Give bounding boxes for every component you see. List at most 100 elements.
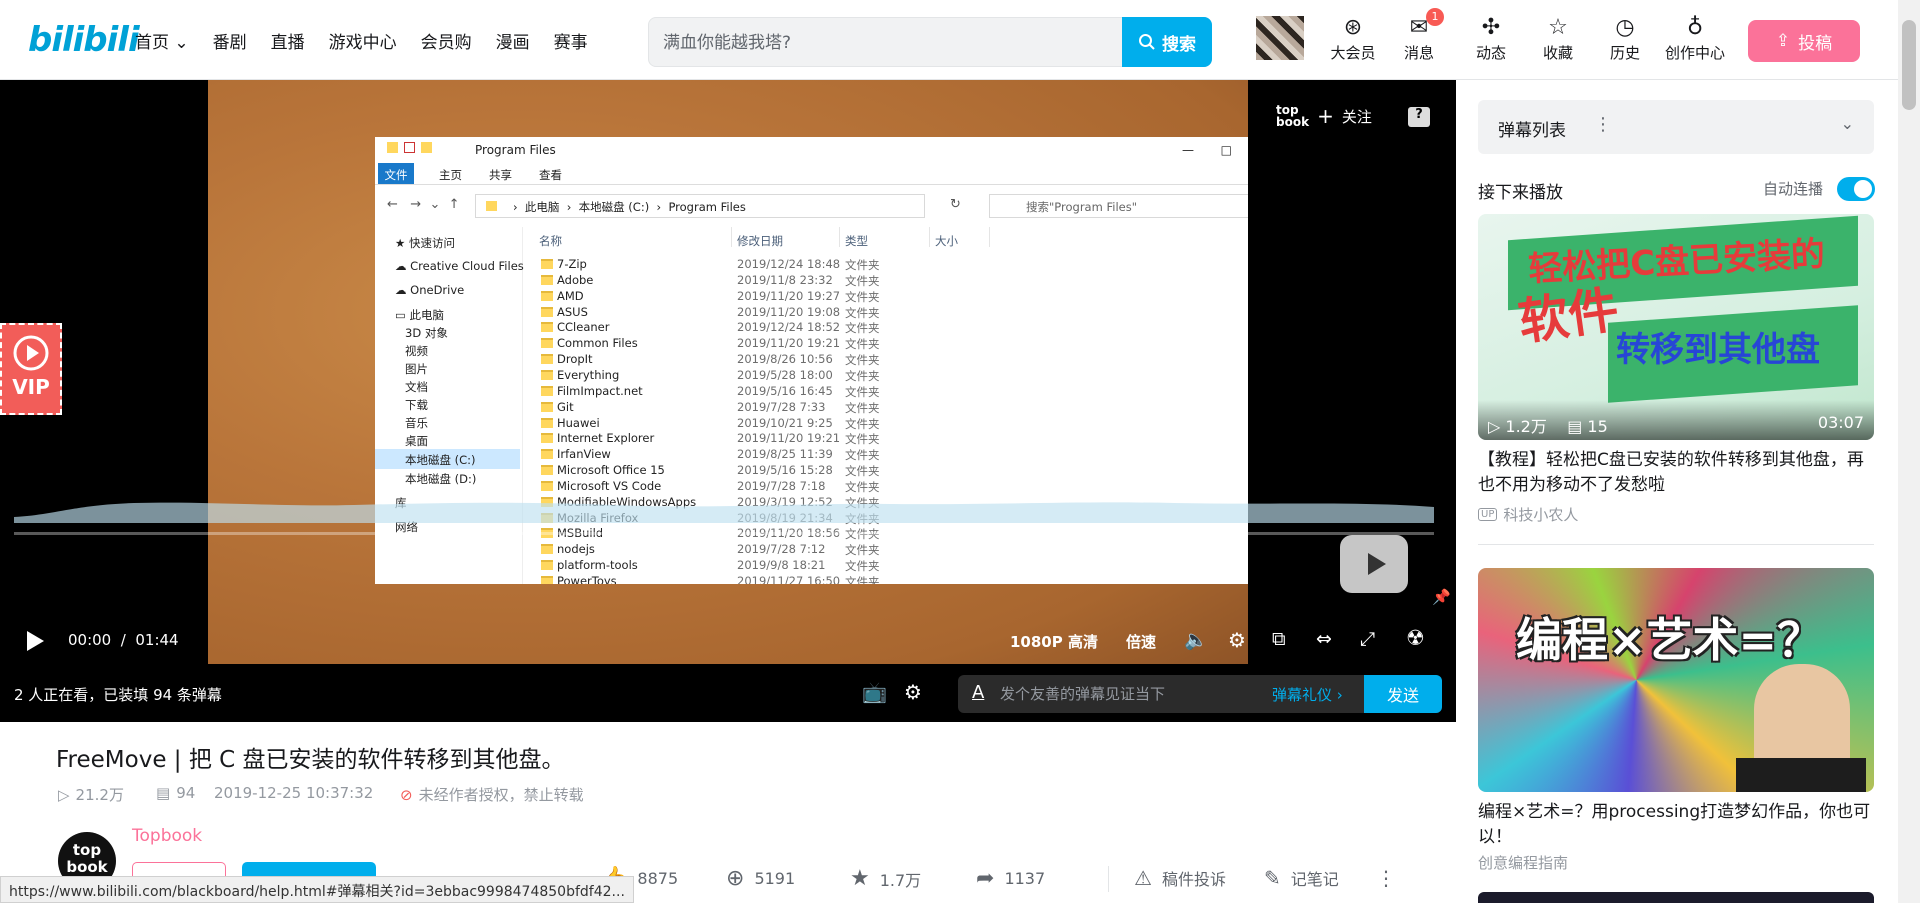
nav-this-pc: ▭ 此电脑 [395, 308, 445, 322]
search-input[interactable] [663, 28, 1093, 58]
autoplay-toggle[interactable] [1837, 177, 1875, 201]
text-style-icon[interactable]: A [972, 682, 984, 703]
recommend-thumbnail-3[interactable] [1478, 892, 1874, 903]
nav-videos: 视频 [405, 344, 428, 358]
view-count: ▷ 21.2万 [58, 785, 124, 805]
quality-selector[interactable]: 1080P 高清 [1010, 631, 1098, 652]
recommend-author-1[interactable]: UP 科技小农人 [1478, 504, 1578, 525]
folder-icon [541, 576, 553, 584]
follow-button[interactable]: top book + 关注 [1276, 104, 1372, 128]
recommend-thumbnail-1[interactable]: 轻松把C盘已安装的 软件 转移到其他盘 ▷ 1.2万 ▤ 15 03:07 [1478, 214, 1874, 440]
col-date: 修改日期 [737, 234, 783, 248]
share-arrow-icon: ➦ [976, 866, 995, 891]
note-button[interactable]: ✎ 记笔记 [1264, 866, 1339, 890]
folder-icon [541, 401, 553, 412]
folder-icon [541, 560, 553, 571]
header-history[interactable]: ◷ 历史 [1592, 14, 1658, 63]
fullscreen-icon[interactable]: ☢ [1406, 626, 1425, 650]
progress-bar[interactable] [14, 532, 1434, 535]
report-button[interactable]: ⚠ 稿件投诉 [1134, 866, 1226, 890]
nav-game-center[interactable]: 游戏中心 [329, 28, 397, 53]
settings-gear-icon[interactable]: ⚙ [1228, 628, 1246, 652]
danmaku-input-box: A 弹幕礼仪 › [958, 675, 1364, 713]
nav-anime[interactable]: 番剧 [213, 28, 247, 53]
scrollbar-thumb[interactable] [1902, 20, 1916, 110]
pip-icon[interactable]: ⧉ [1272, 628, 1286, 650]
tv-play-icon[interactable] [1340, 535, 1408, 593]
share-button[interactable]: ➦ 1137 [976, 866, 1045, 891]
watching-count: 2 人正在看，已装填 94 条弹幕 [14, 686, 222, 704]
nav-manga[interactable]: 漫画 [496, 28, 530, 53]
play-icon[interactable] [24, 629, 46, 653]
video-title: FreeMove | 把 C 盘已安装的软件转移到其他盘。 [56, 747, 565, 773]
nav-live[interactable]: 直播 [271, 28, 305, 53]
widescreen-icon[interactable]: ⇔ [1316, 628, 1332, 650]
more-icon[interactable]: ⋮ [1376, 866, 1396, 890]
recommend-author-2[interactable]: 创意编程指南 [1478, 852, 1568, 873]
play-count-icon: ▷ [58, 785, 70, 804]
card-divider [1478, 544, 1874, 545]
folder-icon [541, 480, 553, 491]
danmaku-settings-icon[interactable]: ⚙ [904, 680, 922, 704]
speed-selector[interactable]: 倍速 [1126, 631, 1156, 652]
quick-access-toolbar [387, 142, 457, 156]
folder-icon [541, 449, 553, 460]
folder-icon [541, 274, 553, 285]
help-icon[interactable]: ? [1408, 107, 1430, 127]
up-next-label: 接下来播放 [1478, 183, 1563, 203]
clock-icon: ◷ [1615, 15, 1635, 40]
volume-icon[interactable]: 🔈 [1184, 628, 1208, 651]
danmaku-count: ▤ 94 [156, 784, 196, 802]
danmaku-list-panel[interactable]: 弹幕列表 ⋮ ⌄ [1478, 100, 1874, 154]
coin-button[interactable]: ⊕ 5191 [726, 866, 795, 891]
recommend-thumbnail-2[interactable]: 编程×艺术=？ [1478, 568, 1874, 792]
publish-date: 2019-12-25 10:37:32 [214, 784, 374, 802]
folder-icon [541, 290, 553, 301]
card-1-duration: 03:07 [1817, 413, 1864, 432]
ribbon-share: 共享 [489, 168, 512, 182]
ribbon-file: 文件 [378, 163, 414, 184]
uploader-name[interactable]: Topbook [132, 826, 202, 846]
header-creator-center[interactable]: ♁ 创作中心 [1659, 14, 1731, 63]
folder-icon [541, 338, 553, 349]
nav-home[interactable]: 首页 ⌄ [135, 28, 189, 53]
folder-icon [541, 544, 553, 555]
browser-status-bar: https://www.bilibili.com/blackboard/help… [0, 876, 634, 903]
recommend-title-2[interactable]: 编程×艺术=？用processing打造梦幻作品，你也可以！ [1478, 800, 1874, 850]
chevron-down-icon: ⌄ [1840, 114, 1854, 133]
favorite-button[interactable]: ★ 1.7万 [850, 866, 921, 891]
explorer-ribbon: 文件 主页 共享 查看 [375, 163, 1248, 185]
main-nav: 首页 ⌄ 番剧 直播 游戏中心 会员购 漫画 赛事 [135, 28, 588, 53]
vip-promo-badge[interactable]: VIP [0, 323, 62, 415]
pin-icon[interactable]: 📌 [1432, 588, 1451, 606]
warning-icon: ⚠ [1134, 866, 1152, 890]
nav-member-shop[interactable]: 会员购 [421, 28, 472, 53]
folder-icon [541, 259, 553, 269]
header-vip[interactable]: ⊛ 大会员 [1320, 14, 1386, 63]
more-options-icon[interactable]: ⋮ [1594, 114, 1612, 135]
upload-button[interactable]: ⇪ 投稿 [1748, 20, 1860, 62]
header-message[interactable]: ✉ 1 消息 [1386, 8, 1452, 63]
page-scrollbar[interactable] [1898, 0, 1920, 903]
danmaku-etiquette-link[interactable]: 弹幕礼仪 › [1272, 684, 1343, 705]
bilibili-logo[interactable]: bilibili [28, 20, 140, 60]
star-icon: ☆ [1548, 15, 1568, 40]
search-button[interactable]: 搜索 [1122, 17, 1212, 67]
header-dynamic[interactable]: ✣ 动态 [1458, 14, 1524, 63]
topbook-watermark-icon: top book [1276, 103, 1310, 129]
user-avatar[interactable] [1256, 16, 1304, 60]
copyright-notice: ⊘ 未经作者授权，禁止转载 [400, 785, 584, 805]
danmaku-input[interactable] [1000, 683, 1250, 705]
nav-desktop: 桌面 [405, 434, 428, 448]
web-fullscreen-icon[interactable]: ⤢ [1360, 628, 1375, 650]
danmaku-send-button[interactable]: 发送 [1364, 675, 1442, 713]
star-icon: ★ [850, 866, 870, 891]
header-favorites[interactable]: ☆ 收藏 [1525, 14, 1591, 63]
nav-esports[interactable]: 赛事 [554, 28, 588, 53]
explorer-address-bar: › 此电脑 › 本地磁盘 (C:) › Program Files [475, 194, 925, 218]
recommend-title-1[interactable]: 【教程】轻松把C盘已安装的软件转移到其他盘，再也不用为移动不了发愁啦 [1478, 448, 1874, 498]
nav-music: 音乐 [405, 416, 428, 430]
bulb-icon: ♁ [1686, 15, 1704, 40]
danmaku-toggle-icon[interactable]: 📺 [862, 680, 887, 704]
nav-quick-access: ★ 快速访问 [395, 236, 455, 250]
